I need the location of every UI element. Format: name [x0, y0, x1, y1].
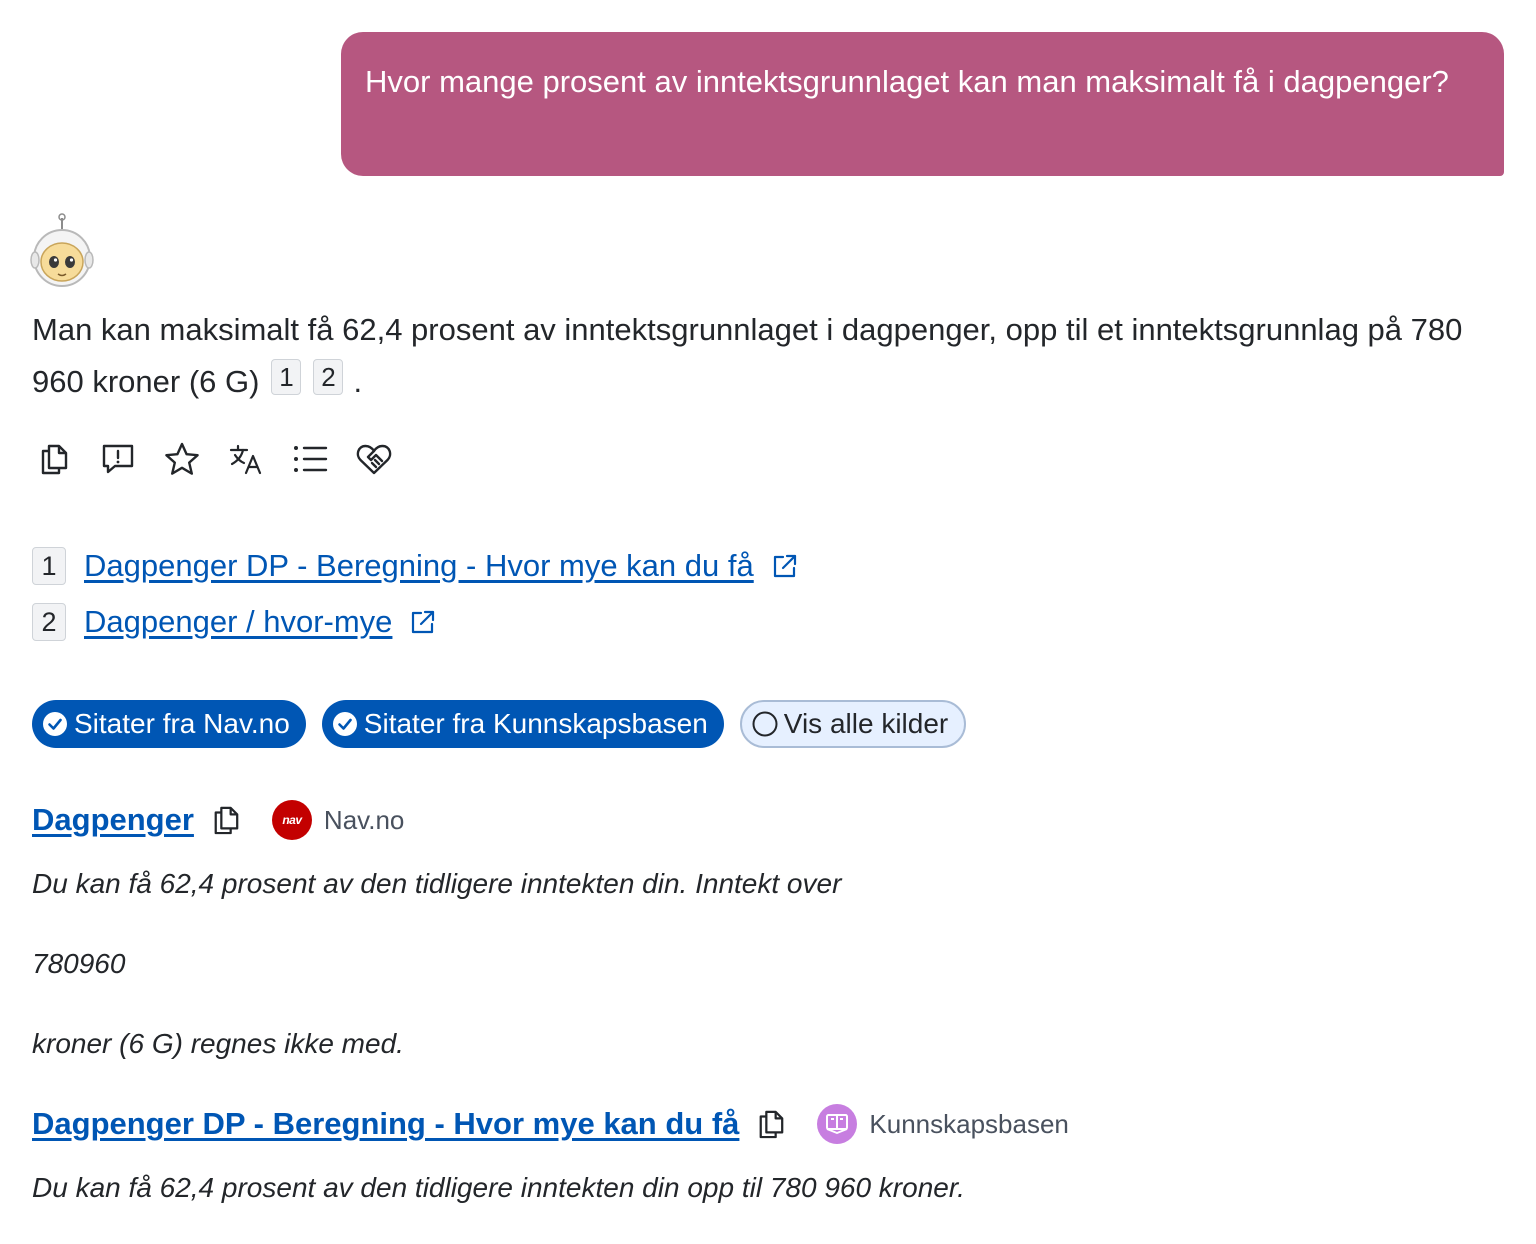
star-icon[interactable]	[162, 438, 202, 480]
citation-marker-1[interactable]: 1	[271, 359, 302, 395]
chip-show-all-sources[interactable]: Vis alle kilder	[739, 700, 967, 748]
answer-end-punctuation: .	[353, 364, 363, 399]
checkmark-circle-icon	[332, 711, 358, 737]
citation-quote-line: kroner (6 G) regnes ikke med.	[32, 1028, 404, 1059]
citation-quote-line: Du kan få 62,4 prosent av den tidligere …	[32, 1172, 965, 1203]
answer-text: Man kan maksimalt få 62,4 prosent av inn…	[32, 312, 1463, 399]
citation-quote-line: Du kan få 62,4 prosent av den tidligere …	[32, 868, 842, 899]
external-link-icon[interactable]	[772, 553, 798, 579]
empty-circle-icon	[752, 711, 778, 737]
source-number: 2	[32, 603, 66, 641]
chip-label: Vis alle kilder	[783, 708, 949, 739]
source-item: 1 Dagpenger DP - Beregning - Hvor mye ka…	[32, 538, 798, 594]
source-filter-chips: Sitater fra Nav.no Sitater fra Kunnskaps…	[32, 700, 967, 748]
copy-icon[interactable]	[34, 438, 74, 480]
copy-icon[interactable]	[212, 804, 240, 836]
assistant-avatar	[28, 212, 96, 288]
source-link[interactable]: Dagpenger / hvor-mye	[84, 604, 392, 640]
external-link-icon[interactable]	[410, 609, 436, 635]
citation-title-link[interactable]: Dagpenger	[32, 802, 194, 838]
chip-kunnskapsbasen-citations[interactable]: Sitater fra Kunnskapsbasen	[321, 700, 724, 748]
copy-icon[interactable]	[757, 1108, 785, 1140]
citation-header-nav: Dagpenger nav Nav.no	[32, 800, 404, 840]
report-icon[interactable]	[98, 438, 138, 480]
citation-title-link[interactable]: Dagpenger DP - Beregning - Hvor mye kan …	[32, 1106, 739, 1142]
citation-header-kunnskapsbasen: Dagpenger DP - Beregning - Hvor mye kan …	[32, 1104, 1069, 1144]
checkmark-circle-icon	[42, 711, 68, 737]
citation-quote-line: 780960	[32, 948, 126, 979]
translate-icon[interactable]	[226, 438, 266, 480]
chip-label: Sitater fra Nav.no	[74, 708, 290, 739]
list-icon[interactable]	[290, 438, 330, 480]
nav-logo: nav	[271, 800, 312, 840]
chip-label: Sitater fra Kunnskapsbasen	[363, 708, 708, 739]
user-question-text: Hvor mange prosent av inntektsgrunnlaget…	[365, 64, 1449, 99]
source-number: 1	[32, 547, 66, 585]
handshake-heart-icon[interactable]	[354, 438, 394, 480]
book-icon	[817, 1104, 858, 1144]
user-question-bubble: Hvor mange prosent av inntektsgrunnlaget…	[341, 32, 1504, 176]
citation-source-label: Nav.no	[323, 804, 405, 835]
sources-list: 1 Dagpenger DP - Beregning - Hvor mye ka…	[32, 538, 798, 650]
citation-source-label: Kunnskapsbasen	[869, 1108, 1069, 1139]
chat-page: Hvor mange prosent av inntektsgrunnlaget…	[0, 0, 1536, 1244]
answer-actions	[34, 438, 394, 480]
source-link[interactable]: Dagpenger DP - Beregning - Hvor mye kan …	[84, 548, 754, 584]
nav-logo-text: nav	[282, 813, 302, 827]
assistant-answer: Man kan maksimalt få 62,4 prosent av inn…	[32, 304, 1512, 408]
source-item: 2 Dagpenger / hvor-mye	[32, 594, 798, 650]
chip-nav-citations[interactable]: Sitater fra Nav.no	[32, 700, 306, 748]
citation-marker-2[interactable]: 2	[313, 359, 344, 395]
